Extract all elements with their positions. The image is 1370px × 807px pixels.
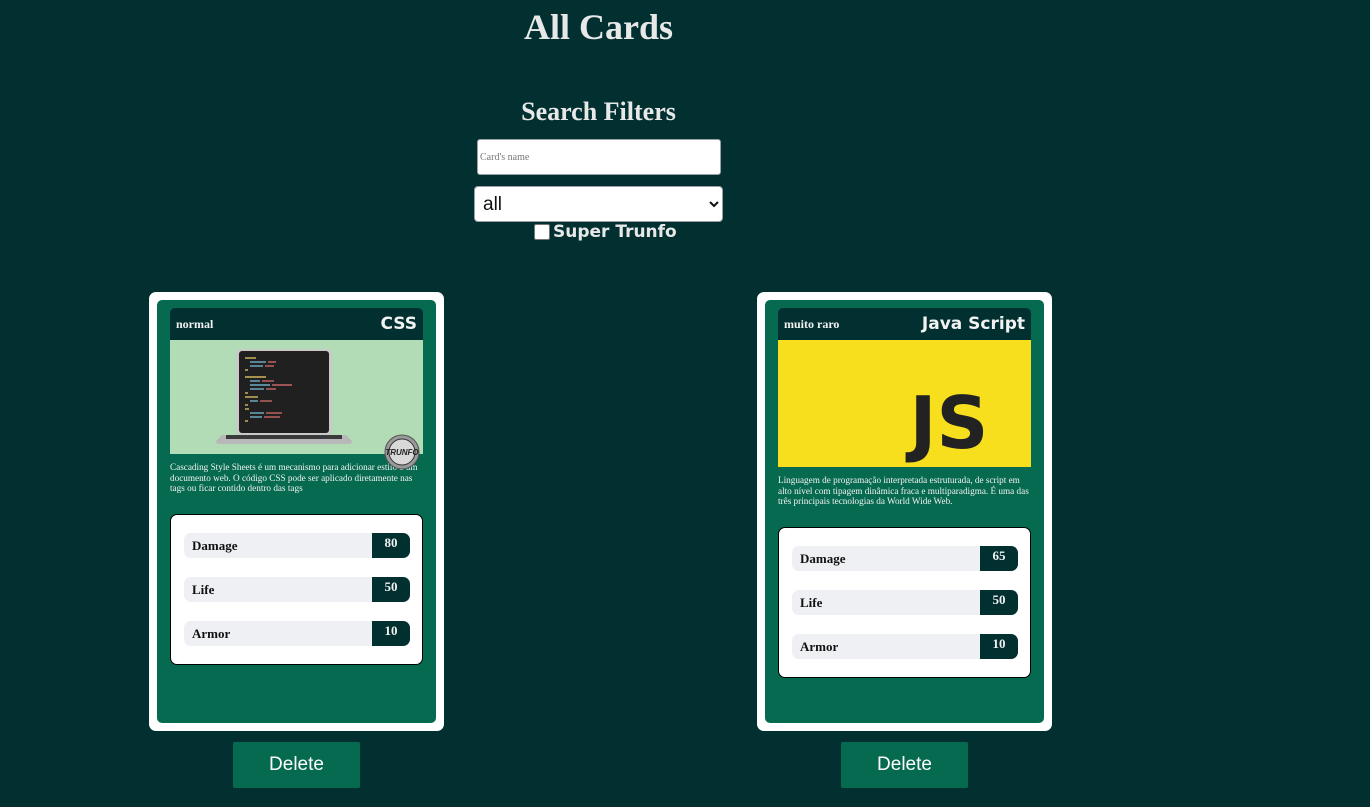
- card-name: CSS: [380, 314, 417, 334]
- attr-label: Armor: [192, 626, 231, 641]
- card-name-search-input[interactable]: [477, 139, 721, 175]
- attr-label: Life: [192, 582, 215, 597]
- card-attributes: Damage 65 Life 50 Armor 10: [778, 527, 1031, 678]
- attr-row-armor: Armor 10: [792, 634, 1018, 659]
- attr-row-armor: Armor 10: [184, 621, 410, 646]
- super-trunfo-label: Super Trunfo: [553, 222, 677, 242]
- card-image: TRUNFO: [170, 340, 423, 470]
- js-logo-text: JS: [905, 381, 989, 465]
- attr-label: Damage: [192, 538, 238, 553]
- super-trunfo-badge-icon: TRUNFO: [384, 434, 420, 470]
- delete-card-button[interactable]: Delete: [233, 742, 360, 788]
- attr-label: Life: [800, 595, 823, 610]
- badge-text: TRUNFO: [385, 448, 419, 457]
- attr-value: 80: [372, 533, 410, 558]
- attr-row-damage: Damage 80: [184, 533, 410, 558]
- attr-label: Damage: [800, 551, 846, 566]
- super-trunfo-filter[interactable]: Super Trunfo: [533, 222, 677, 242]
- card: muito raro Java Script JS Linguagem de p…: [757, 292, 1052, 731]
- delete-card-button[interactable]: Delete: [841, 742, 968, 788]
- attr-value: 10: [372, 621, 410, 646]
- attr-row-life: Life 50: [184, 577, 410, 602]
- rarity-filter-select[interactable]: all: [474, 186, 723, 222]
- attr-row-life: Life 50: [792, 590, 1018, 615]
- card-header: muito raro Java Script: [778, 308, 1031, 340]
- attr-value: 50: [980, 590, 1018, 615]
- card-body: normal CSS TRUNFO Cascading Style Sheets…: [157, 300, 436, 723]
- attr-label: Armor: [800, 639, 839, 654]
- attr-value: 10: [980, 634, 1018, 659]
- card-header: normal CSS: [170, 308, 423, 340]
- card-attributes: Damage 80 Life 50 Armor 10: [170, 514, 423, 665]
- page-title: All Cards: [523, 7, 673, 47]
- js-logo-icon: JS: [778, 340, 1031, 467]
- card-image: JS: [778, 340, 1031, 467]
- card-rarity: normal: [176, 316, 214, 331]
- attr-value: 65: [980, 546, 1018, 571]
- card-name: Java Script: [921, 314, 1025, 334]
- card: normal CSS TRUNFO Cascading Style Sheets…: [149, 292, 444, 731]
- card-rarity: muito raro: [784, 316, 840, 331]
- card-description: Linguagem de programação interpretada es…: [778, 475, 1029, 507]
- filters-title: Search Filters: [521, 97, 676, 126]
- attr-value: 50: [372, 577, 410, 602]
- card-body: muito raro Java Script JS Linguagem de p…: [765, 300, 1044, 723]
- super-trunfo-checkbox[interactable]: [534, 224, 550, 240]
- attr-row-damage: Damage 65: [792, 546, 1018, 571]
